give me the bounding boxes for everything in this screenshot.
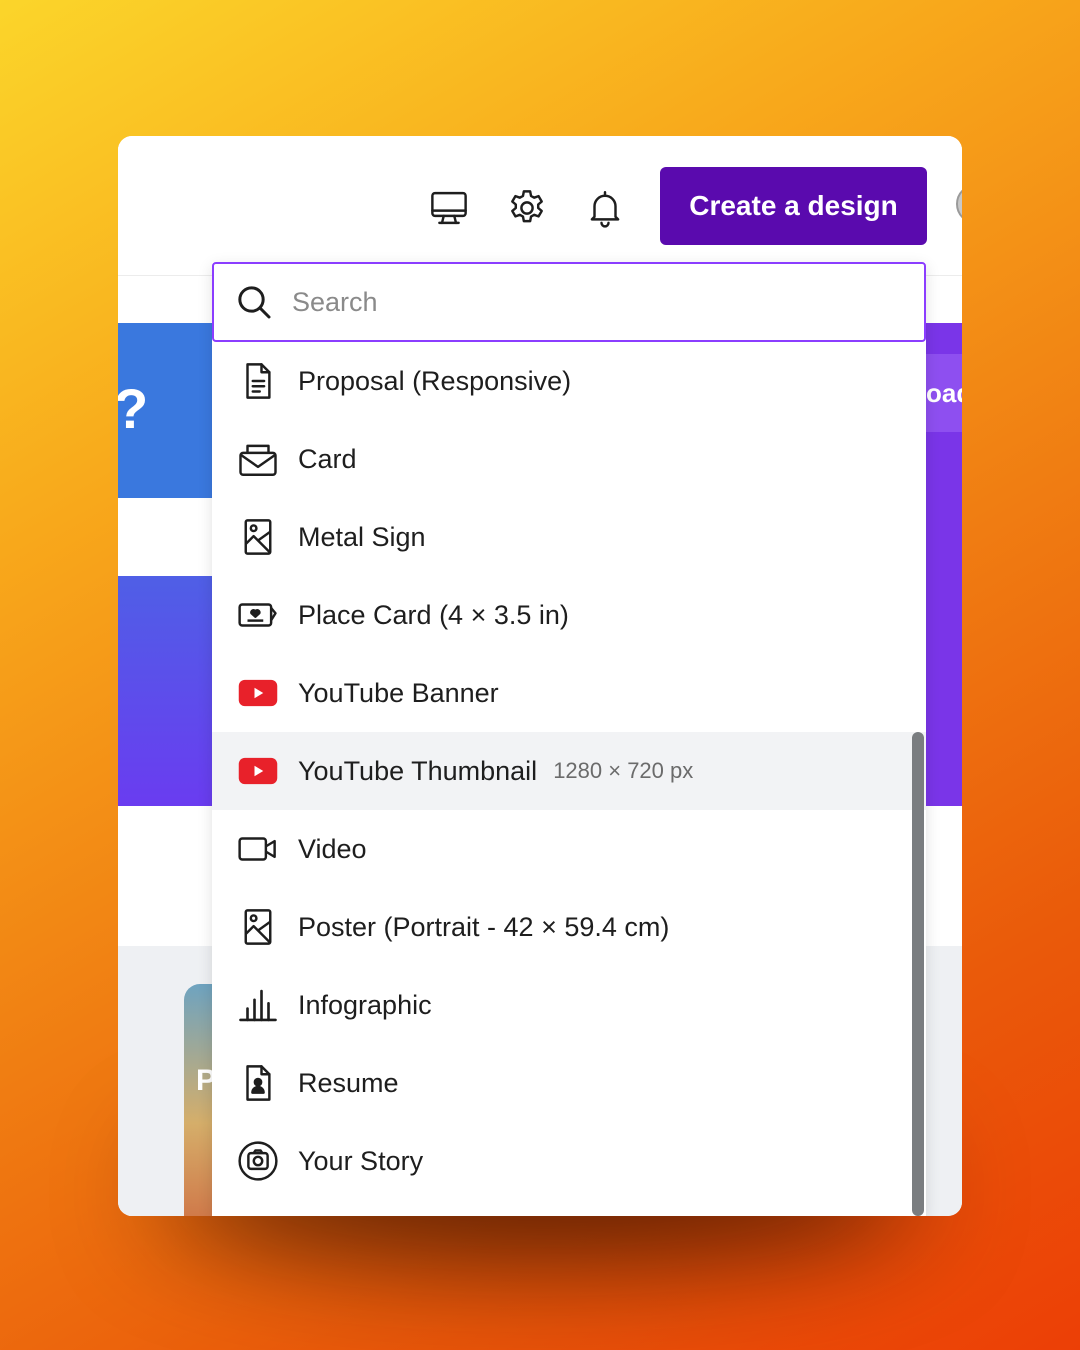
video-camera-icon — [236, 827, 280, 871]
image-portrait-icon — [236, 515, 280, 559]
list-item[interactable]: Proposal (Responsive) — [212, 342, 926, 420]
search-icon — [238, 286, 271, 319]
place-card-icon — [236, 593, 280, 637]
document-icon — [236, 359, 280, 403]
gear-icon[interactable] — [505, 186, 549, 230]
list-item-dimensions: 1280 × 720 px — [553, 758, 694, 783]
list-item[interactable]: Place Card (4 × 3.5 in) — [212, 576, 926, 654]
background-banner-purple — [118, 576, 214, 806]
search-box — [212, 262, 926, 342]
bell-icon[interactable] — [583, 186, 627, 230]
create-design-dropdown: Proposal (Responsive) Card — [212, 262, 926, 1216]
list-item[interactable]: Poster (Portrait - 42 × 59.4 cm) — [212, 888, 926, 966]
image-portrait-icon — [236, 905, 280, 949]
background-banner-text: ? — [118, 376, 148, 441]
avatar[interactable] — [956, 184, 962, 224]
list-item-label: YouTube Thumbnail — [298, 755, 538, 786]
envelope-icon — [236, 437, 280, 481]
bar-chart-icon — [236, 983, 280, 1027]
search-input[interactable] — [292, 286, 852, 318]
create-design-button[interactable]: Create a design — [660, 167, 927, 245]
background-upload-button[interactable]: oad — [926, 354, 962, 432]
list-item-label: Place Card (4 × 3.5 in) — [298, 599, 569, 630]
design-type-list: Proposal (Responsive) Card Metal Sign Pl… — [212, 342, 926, 1200]
list-item-highlighted[interactable]: YouTube Thumbnail 1280 × 720 px — [212, 732, 926, 810]
resume-icon — [236, 1061, 280, 1105]
list-item-label: Metal Sign — [298, 521, 426, 552]
list-item-label: YouTube Banner — [298, 677, 499, 708]
top-bar: Create a design — [118, 136, 962, 276]
list-item[interactable]: Video — [212, 810, 926, 888]
youtube-icon — [236, 671, 280, 715]
list-item[interactable]: Your Story — [212, 1122, 926, 1200]
list-item-label: Poster (Portrait - 42 × 59.4 cm) — [298, 911, 670, 942]
list-item[interactable]: Resume — [212, 1044, 926, 1122]
list-item-label: Your Story — [298, 1145, 424, 1176]
list-item-label: Video — [298, 833, 367, 864]
list-item-label: Infographic — [298, 989, 432, 1020]
list-item[interactable]: Card — [212, 420, 926, 498]
youtube-icon — [236, 749, 280, 793]
dropdown-scrollbar[interactable] — [912, 732, 924, 1216]
instagram-icon — [236, 1139, 280, 1183]
desktop-icon[interactable] — [427, 186, 471, 230]
list-item[interactable]: Metal Sign — [212, 498, 926, 576]
app-window: ? oad P Create — [118, 136, 962, 1216]
list-item[interactable]: Infographic — [212, 966, 926, 1044]
list-item-label: Card — [298, 443, 357, 474]
list-item-label: Proposal (Responsive) — [298, 365, 572, 396]
list-item[interactable]: YouTube Banner — [212, 654, 926, 732]
list-item-label: Resume — [298, 1067, 399, 1098]
